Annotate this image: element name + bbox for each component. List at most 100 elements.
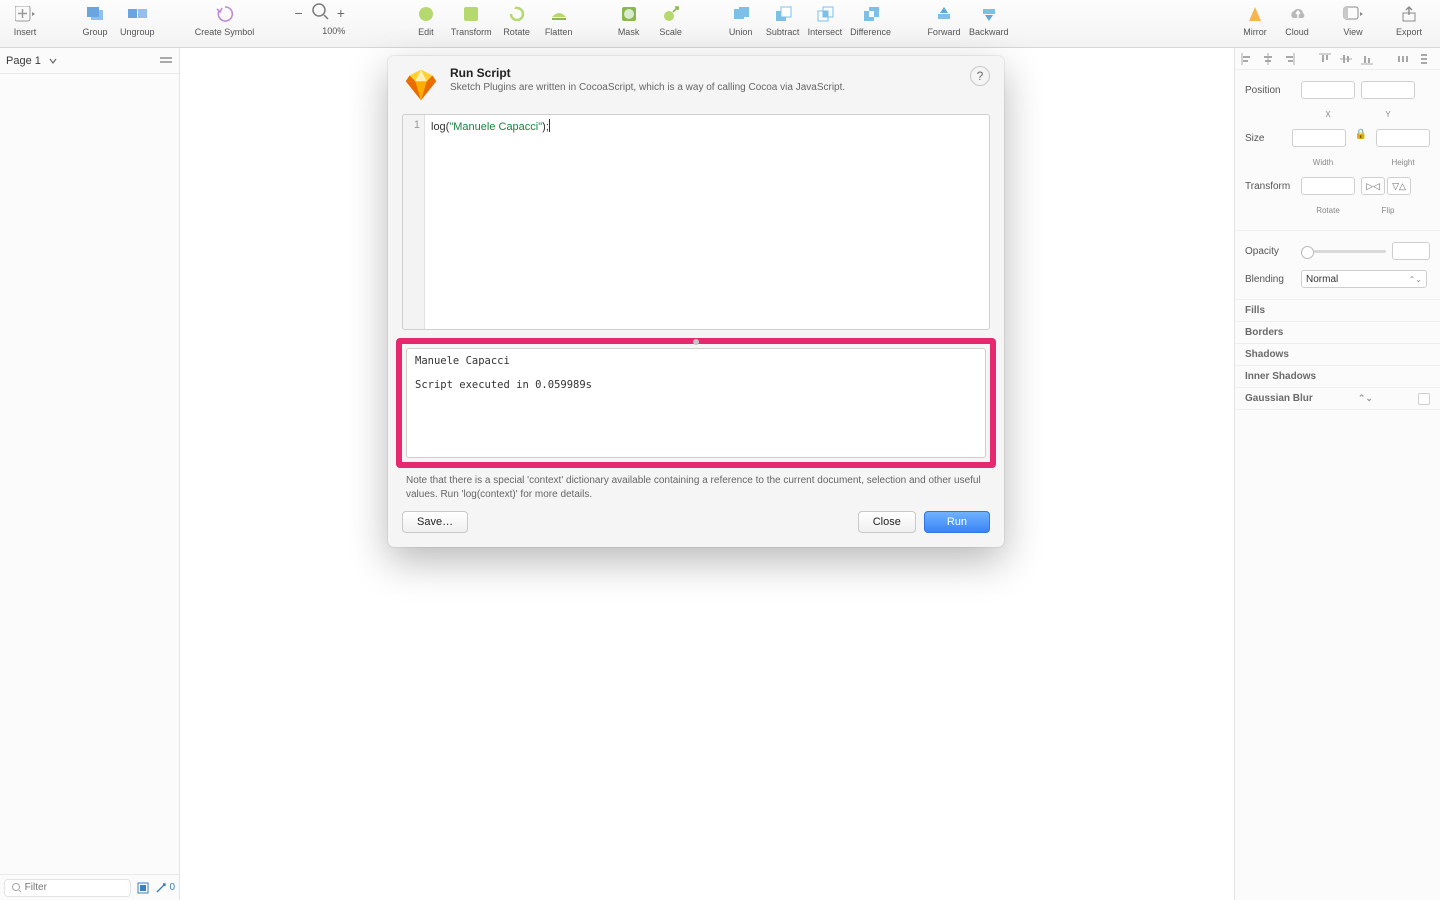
app-toolbar: Insert Group Ungroup Create Symbol − + 1… [0,0,1440,48]
select-all-icon[interactable] [137,882,149,894]
inspector-panel: Position XY Size 🔒 WidthHeight Transform… [1234,48,1440,900]
edit-button[interactable]: Edit [405,2,447,37]
inner-shadows-section[interactable]: Inner Shadows [1235,366,1440,388]
slice-icon[interactable] [155,882,167,894]
view-button[interactable]: View [1332,2,1374,37]
backward-button[interactable]: Backward [965,2,1013,37]
cloud-icon [1287,4,1307,24]
difference-button[interactable]: Difference [846,2,895,37]
align-top-icon[interactable] [1319,53,1331,65]
zoom-control[interactable]: − + [291,2,349,23]
align-left-icon[interactable] [1241,53,1253,65]
blur-checkbox[interactable] [1418,393,1430,405]
align-right-icon[interactable] [1283,53,1295,65]
dialog-subtitle: Sketch Plugins are written in CocoaScrip… [450,82,845,93]
page-menu-icon[interactable] [159,53,173,68]
chevron-updown-icon: ⌃⌄ [1409,275,1422,284]
cloud-button[interactable]: Cloud [1276,2,1318,37]
group-button[interactable]: Group [74,2,116,37]
distribute-v-icon[interactable] [1418,53,1430,65]
backward-icon [979,4,999,24]
export-icon [1399,4,1419,24]
zoom-out-button[interactable]: − [291,5,307,21]
transform-icon [461,4,481,24]
dialog-title: Run Script [450,66,845,80]
rotate-field[interactable] [1301,177,1355,195]
flip-v-button[interactable]: ▽△ [1387,177,1411,195]
insert-icon [15,4,35,24]
filter-input[interactable] [25,882,125,893]
y-field[interactable] [1361,81,1415,99]
align-hcenter-icon[interactable] [1262,53,1274,65]
save-button[interactable]: Save… [402,511,468,533]
opacity-field[interactable] [1392,242,1430,260]
subtract-button[interactable]: Subtract [762,2,804,37]
scale-button[interactable]: Scale [650,2,692,37]
layer-filter[interactable] [4,879,131,897]
union-icon [731,4,751,24]
flip-h-button[interactable]: ▷◁ [1361,177,1385,195]
align-vcenter-icon[interactable] [1340,53,1352,65]
width-field[interactable] [1292,129,1346,147]
rotate-icon [507,4,527,24]
create-symbol-button[interactable]: Create Symbol [187,2,263,37]
run-button[interactable]: Run [924,511,990,533]
create-symbol-icon [215,4,235,24]
height-field[interactable] [1376,129,1430,147]
ungroup-button[interactable]: Ungroup [116,2,159,37]
page-name: Page 1 [6,55,41,67]
layers-panel: Page 1 0 [0,48,180,900]
rotate-button[interactable]: Rotate [496,2,538,37]
mask-button[interactable]: Mask [608,2,650,37]
union-button[interactable]: Union [720,2,762,37]
dialog-note: Note that there is a special 'context' d… [406,474,986,501]
line-number: 1 [403,119,420,131]
chevron-down-icon [49,57,57,65]
size-label: Size [1245,133,1292,144]
align-toolbar [1235,48,1440,70]
ungroup-icon [127,4,147,24]
sketch-logo-icon [402,66,440,104]
transform-label: Transform [1245,181,1301,192]
script-output: Manuele Capacci Script executed in 0.059… [406,348,986,458]
intersect-button[interactable]: Intersect [804,2,847,37]
slice-count: 0 [169,882,175,893]
subtract-icon [773,4,793,24]
chevron-updown-icon: ⌃⌄ [1358,393,1373,404]
help-button[interactable]: ? [970,66,990,86]
borders-section[interactable]: Borders [1235,322,1440,344]
flatten-icon [549,4,569,24]
zoom-in-button[interactable]: + [333,5,349,21]
view-icon [1343,4,1363,24]
script-editor[interactable]: 1 log("Manuele Capacci"); [402,114,990,330]
mask-icon [619,4,639,24]
scale-icon [661,4,681,24]
magnifier-icon [311,2,329,23]
shadows-section[interactable]: Shadows [1235,344,1440,366]
lock-icon[interactable]: 🔒 [1355,129,1367,147]
export-button[interactable]: Export [1388,2,1430,37]
flatten-button[interactable]: Flatten [538,2,580,37]
blending-select[interactable]: Normal⌃⌄ [1301,270,1427,288]
zoom-percent: 100% [322,26,345,36]
forward-button[interactable]: Forward [923,2,965,37]
align-bottom-icon[interactable] [1361,53,1373,65]
page-selector[interactable]: Page 1 [0,48,179,74]
insert-button[interactable]: Insert [4,2,46,37]
close-button[interactable]: Close [858,511,916,533]
edit-icon [416,4,436,24]
run-script-dialog: Run Script Sketch Plugins are written in… [388,56,1004,547]
opacity-slider[interactable] [1301,250,1386,253]
mirror-button[interactable]: Mirror [1234,2,1276,37]
output-highlighted-region: Manuele Capacci Script executed in 0.059… [396,338,996,468]
transform-button[interactable]: Transform [447,2,496,37]
distribute-h-icon[interactable] [1397,53,1409,65]
drag-handle-icon[interactable] [693,339,699,345]
x-field[interactable] [1301,81,1355,99]
fills-section[interactable]: Fills [1235,300,1440,322]
layer-list [0,74,179,874]
gaussian-blur-section[interactable]: Gaussian Blur⌃⌄ [1235,388,1440,410]
position-label: Position [1245,85,1301,96]
intersect-icon [815,4,835,24]
forward-icon [934,4,954,24]
